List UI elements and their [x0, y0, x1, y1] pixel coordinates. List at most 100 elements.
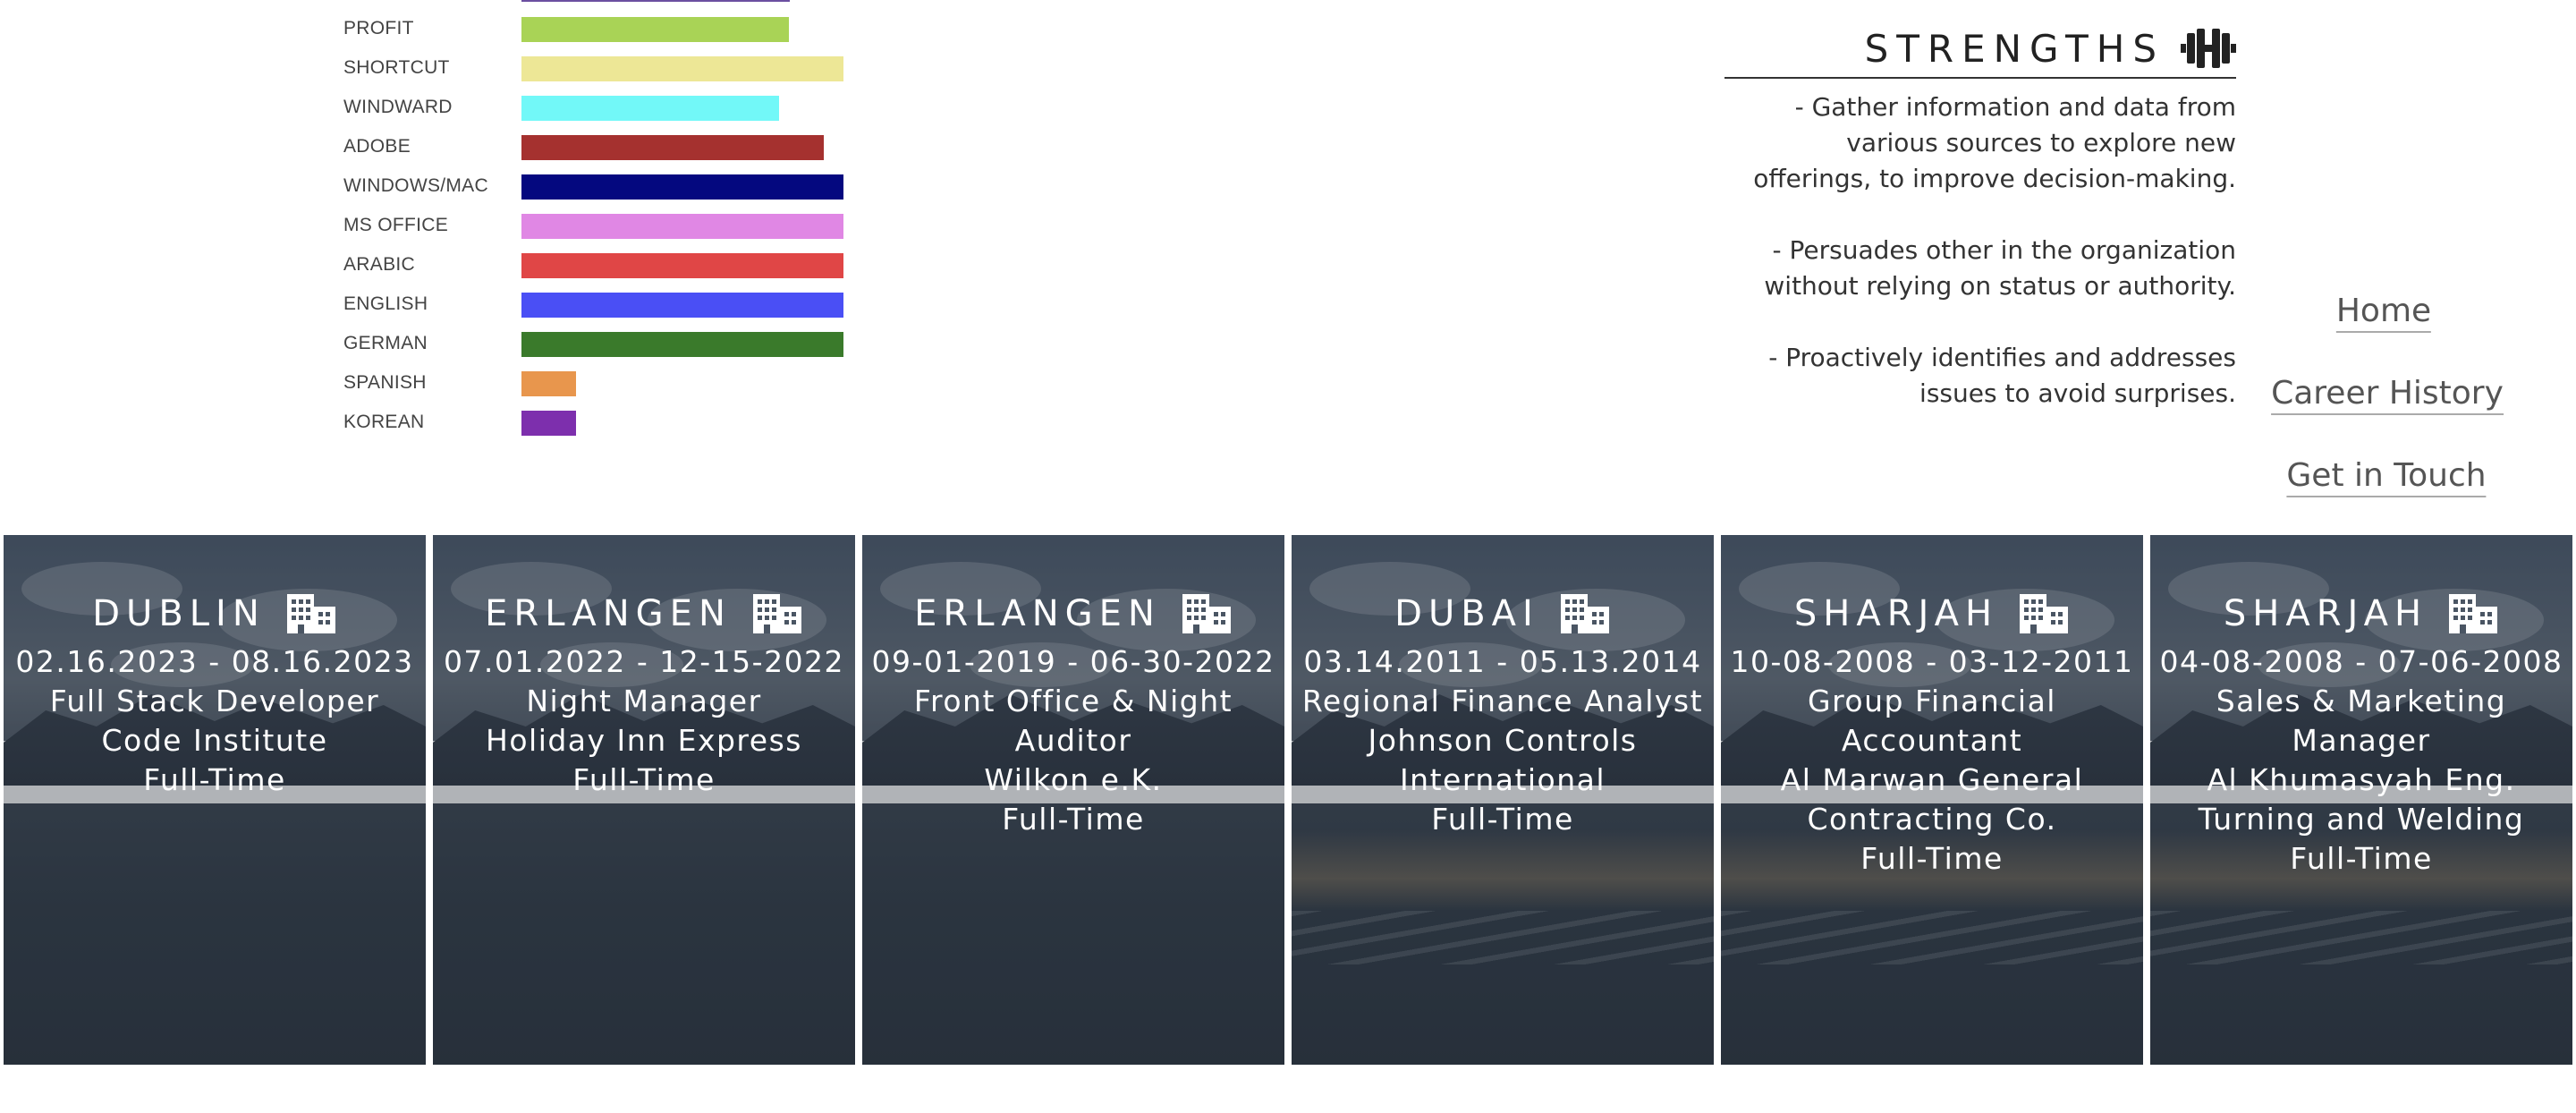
career-card: ERLANGEN 07.01.2022 - 12-15-2022 Night Man… — [433, 535, 855, 1065]
skill-row: PROFIT — [0, 15, 894, 42]
strength-item: - Proactively identifies and addresses i… — [1768, 343, 2236, 408]
skill-row: SPANISH — [0, 370, 894, 396]
skill-row: ADOBE — [0, 133, 894, 160]
skill-row: SHORTCUT — [0, 55, 894, 81]
card-city: SHARJAH — [2150, 589, 2572, 639]
nav-get-in-touch-link[interactable]: Get in Touch — [2286, 456, 2487, 497]
card-detail-line: Group Financial — [1808, 684, 2056, 718]
career-card: ERLANGEN 09-01-2019 - 06-30-2022 Front Off… — [862, 535, 1284, 1065]
card-detail-line: Full Stack Developer — [49, 684, 380, 718]
skill-bar — [521, 411, 576, 436]
card-content: DUBLIN 02.16.2023 - 08.16.2023 Full Stack … — [4, 589, 426, 800]
card-city: DUBLIN — [4, 589, 426, 639]
career-history-cards: DUBLIN 02.16.2023 - 08.16.2023 Full Stack … — [0, 535, 2576, 1065]
card-detail-line: Regional Finance Analyst — [1301, 684, 1704, 718]
nav-career-history-link[interactable]: Career History — [2271, 374, 2504, 415]
skill-bar — [521, 56, 843, 81]
career-card: DUBLIN 02.16.2023 - 08.16.2023 Full Stack … — [4, 535, 426, 1065]
card-detail-line: Wilkon e.K. — [984, 762, 1163, 797]
card-dates: 07.01.2022 - 12-15-2022 — [443, 644, 845, 679]
card-detail-line: Al Khumasyah Eng. — [2207, 762, 2516, 797]
card-city-name: SHARJAH — [2223, 593, 2428, 634]
skill-row: MS OFFICE — [0, 212, 894, 239]
skill-label: GERMAN — [343, 333, 428, 353]
card-detail-line: International — [1399, 762, 1606, 797]
skill-bar — [521, 371, 576, 396]
strengths-divider — [1724, 77, 2236, 79]
card-dates: 03.14.2011 - 05.13.2014 — [1303, 644, 1702, 679]
card-city-name: DUBLIN — [92, 593, 266, 634]
strength-item: - Gather information and data from vario… — [1753, 92, 2236, 193]
skill-bar — [521, 293, 843, 318]
card-dates: 09-01-2019 - 06-30-2022 — [871, 644, 1275, 679]
card-detail-line: Full-Time — [572, 762, 716, 797]
building-icon — [752, 594, 801, 633]
card-content: DUBAI 03.14.2011 - 05.13.2014 Regional Fin… — [1292, 589, 1714, 839]
building-icon — [1182, 594, 1231, 633]
card-detail-line: Full-Time — [143, 762, 286, 797]
card-detail-line: Turning and Welding — [2198, 802, 2525, 837]
card-detail-line: Al Marwan General — [1780, 762, 2084, 797]
card-city-name: SHARJAH — [1793, 593, 1999, 634]
card-city-name: ERLANGEN — [914, 593, 1161, 634]
skill-bar-cropped — [521, 0, 790, 2]
skill-label: WINDOWS/MAC — [343, 175, 488, 196]
skill-row: ARABIC — [0, 251, 894, 278]
skill-bar — [521, 214, 843, 239]
card-content: SHARJAH 10-08-2008 - 03-12-2011 Group Fina… — [1721, 589, 2143, 879]
career-card: SHARJAH 10-08-2008 - 03-12-2011 Group Fina… — [1721, 535, 2143, 1065]
card-detail-line: Contracting Co. — [1807, 802, 2057, 837]
card-detail-line: Johnson Controls — [1368, 723, 1638, 758]
card-dates: 10-08-2008 - 03-12-2011 — [1730, 644, 2134, 679]
strength-item: - Persuades other in the organization wi… — [1764, 235, 2236, 301]
card-city-name: DUBAI — [1394, 593, 1539, 634]
skills-chart: PROFIT SHORTCUT WINDWARD ADOBE WINDOWS/MAC MS… — [0, 0, 894, 447]
career-card: SHARJAH 04-08-2008 - 07-06-2008 Sales & Ma… — [2150, 535, 2572, 1065]
skill-row: GERMAN — [0, 330, 894, 357]
skill-label: MS OFFICE — [343, 215, 449, 235]
skill-bar — [521, 253, 843, 278]
building-icon — [286, 594, 335, 633]
career-card: DUBAI 03.14.2011 - 05.13.2014 Regional Fin… — [1292, 535, 1714, 1065]
card-detail-line: Sales & Marketing — [2216, 684, 2507, 718]
card-detail-line: Code Institute — [101, 723, 328, 758]
strengths-heading: STRENGTHS — [1865, 21, 2236, 75]
card-detail-line: Night Manager — [526, 684, 762, 718]
skill-bar — [521, 17, 789, 42]
nav-home-link[interactable]: Home — [2335, 292, 2432, 333]
card-content: ERLANGEN 07.01.2022 - 12-15-2022 Night Man… — [433, 589, 855, 800]
skill-label: ARABIC — [343, 254, 415, 275]
skill-bar — [521, 332, 843, 357]
strengths-list: - Gather information and data from vario… — [1717, 89, 2236, 447]
skill-row: WINDWARD — [0, 94, 894, 121]
card-city-name: ERLANGEN — [485, 593, 732, 634]
card-detail-line: Holiday Inn Express — [486, 723, 802, 758]
card-detail-line: Accountant — [1841, 723, 2023, 758]
skill-row: ENGLISH — [0, 291, 894, 318]
building-icon — [2020, 594, 2069, 633]
card-content: ERLANGEN 09-01-2019 - 06-30-2022 Front Off… — [862, 589, 1284, 839]
skill-label: ENGLISH — [343, 293, 428, 314]
card-detail-line: Front Office & Night — [913, 684, 1233, 718]
card-content: SHARJAH 04-08-2008 - 07-06-2008 Sales & Ma… — [2150, 589, 2572, 879]
building-icon — [2449, 594, 2498, 633]
card-city: SHARJAH — [1721, 589, 2143, 639]
skill-label: WINDWARD — [343, 97, 453, 117]
skill-bar — [521, 135, 824, 160]
card-city: ERLANGEN — [433, 589, 855, 639]
card-detail-line: Manager — [2292, 723, 2431, 758]
card-detail-line: Full-Time — [1002, 802, 1145, 837]
card-dates: 02.16.2023 - 08.16.2023 — [15, 644, 414, 679]
skill-bar — [521, 96, 779, 121]
skill-label: PROFIT — [343, 18, 414, 38]
card-detail-line: Auditor — [1014, 723, 1132, 758]
card-detail-line: Full-Time — [1431, 802, 1574, 837]
card-city: ERLANGEN — [862, 589, 1284, 639]
card-dates: 04-08-2008 - 07-06-2008 — [2159, 644, 2563, 679]
card-detail-line: Full-Time — [2290, 841, 2433, 876]
skill-label: SPANISH — [343, 372, 427, 393]
skill-bar — [521, 174, 843, 200]
skill-label: KOREAN — [343, 412, 425, 432]
card-detail-line: Full-Time — [1860, 841, 2004, 876]
skill-row: KOREAN — [0, 409, 894, 436]
